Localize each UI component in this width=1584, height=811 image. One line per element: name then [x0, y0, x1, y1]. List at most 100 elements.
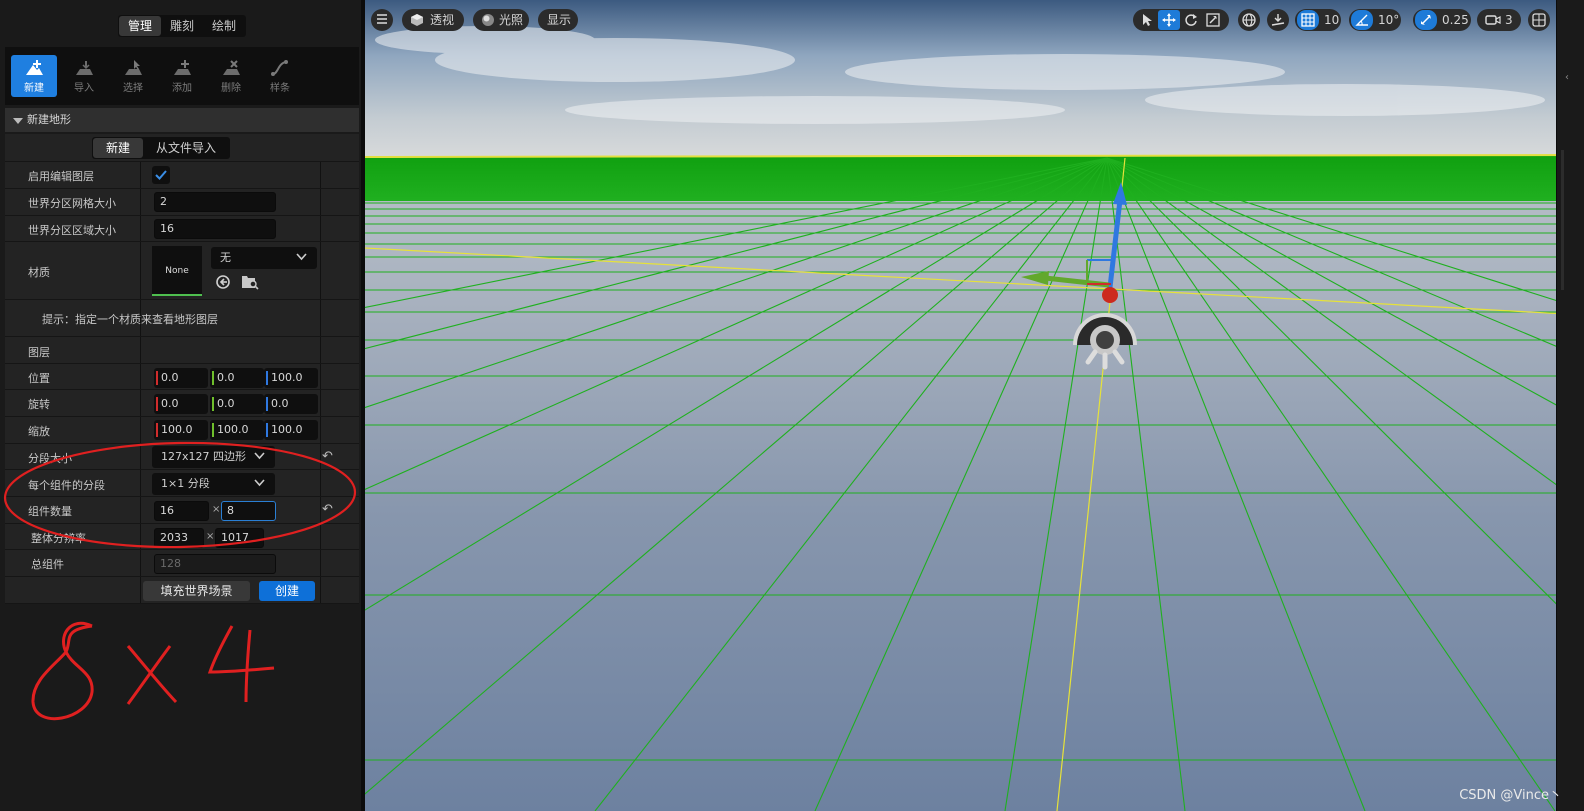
tool-label: 选择	[123, 83, 143, 94]
location-y-input[interactable]: 0.0	[210, 368, 264, 388]
sub-tabs: 新建 从文件导入	[92, 137, 231, 159]
red-annotation	[3, 441, 357, 721]
scale-x-value: 100.0	[161, 423, 193, 436]
select-mode-button[interactable]	[1136, 10, 1158, 30]
viewport-layout-button[interactable]	[1528, 9, 1550, 31]
annotation-ellipse	[3, 441, 357, 549]
far-grid-band	[365, 156, 1584, 201]
tab-new[interactable]: 新建	[93, 138, 144, 158]
mode-tabs: 管理 雕刻 绘制	[118, 15, 247, 37]
transform-mode-group	[1133, 9, 1229, 31]
rotation-y-input[interactable]: 0.0	[210, 394, 264, 414]
viewport-menu-button[interactable]	[371, 9, 393, 31]
scale-z-input[interactable]: 100.0	[264, 420, 318, 440]
rotate-mode-button[interactable]	[1180, 10, 1202, 30]
new-landscape-icon	[26, 60, 43, 75]
perspective-button[interactable]: 透视	[402, 9, 464, 31]
perspective-label: 透视	[430, 13, 455, 27]
material-dropdown[interactable]: 无	[211, 247, 317, 269]
delete-icon	[223, 60, 240, 75]
prop-label: 图层	[28, 346, 50, 359]
select-tool-button[interactable]: 选择	[110, 55, 156, 97]
tool-label: 新建	[24, 83, 44, 94]
delete-tool-button[interactable]: 删除	[208, 55, 254, 97]
camera-speed-button[interactable]: 3	[1477, 9, 1521, 31]
location-z-input[interactable]: 100.0	[264, 368, 318, 388]
rotation-snap-button[interactable]: 10°	[1349, 9, 1401, 31]
coordinate-system-button[interactable]	[1238, 9, 1260, 31]
scale-z-value: 100.0	[271, 423, 303, 436]
camera-icon	[1485, 15, 1501, 25]
location-x-input[interactable]: 0.0	[154, 368, 208, 388]
tab-sculpt[interactable]: 雕刻	[161, 16, 203, 36]
rotation-z-input[interactable]: 0.0	[264, 394, 318, 414]
translate-mode-button[interactable]	[1158, 10, 1180, 30]
rotation-z-value: 0.0	[271, 397, 289, 410]
tab-import-from-file[interactable]: 从文件导入	[143, 138, 229, 158]
import-tool-button[interactable]: 导入	[61, 55, 107, 97]
rotation-snap-toggle[interactable]	[1351, 10, 1373, 30]
scale-snap-button[interactable]: 0.25	[1413, 9, 1471, 31]
material-thumbnail[interactable]: None	[152, 246, 202, 296]
rotation-x-input[interactable]: 0.0	[154, 394, 208, 414]
prop-label: 启用编辑图层	[28, 170, 94, 183]
region-size-input[interactable]: 16	[154, 219, 276, 239]
handwritten-x	[126, 645, 178, 705]
tool-strip: 新建 导入 选择 添加 删除 样条	[5, 47, 359, 105]
y-axis-marker	[212, 397, 214, 411]
show-flags-button[interactable]: 显示	[538, 9, 578, 31]
surface-snapping-button[interactable]	[1267, 9, 1289, 31]
layout-grid-icon	[1532, 13, 1546, 27]
material-dropdown-value: 无	[220, 251, 231, 264]
browse-asset-icon[interactable]	[241, 273, 259, 290]
collapse-arrow-icon[interactable]: ‹	[1565, 72, 1569, 83]
enable-edit-layers-checkbox[interactable]	[152, 166, 170, 184]
level-viewport[interactable]: 透视 光照 显示 10 10° 0.25 3 ‹ CSDN @Vince丶	[365, 0, 1584, 811]
section-title: 新建地形	[27, 113, 71, 126]
grid-size-input[interactable]: 2	[154, 192, 276, 212]
grid-snap-value: 10	[1324, 13, 1340, 27]
handwritten-4	[207, 625, 275, 703]
spline-icon	[271, 60, 288, 76]
handwritten-8	[31, 621, 94, 721]
viewport-scene	[365, 0, 1584, 811]
rotation-snap-value: 10°	[1378, 13, 1400, 27]
hamburger-icon	[377, 14, 387, 24]
tab-manage[interactable]: 管理	[119, 16, 162, 36]
globe-icon	[1242, 13, 1256, 27]
scrollbar[interactable]	[1561, 150, 1564, 290]
location-x-value: 0.0	[161, 371, 179, 384]
y-axis-marker	[212, 371, 214, 385]
camera-speed-value: 3	[1505, 13, 1513, 27]
scale-mode-button[interactable]	[1202, 10, 1224, 30]
scale-y-value: 100.0	[217, 423, 249, 436]
lighting-mode-button[interactable]: 光照	[473, 9, 529, 31]
grid-snap-toggle[interactable]	[1297, 10, 1319, 30]
new-tool-button[interactable]: 新建	[11, 55, 57, 97]
ground	[365, 158, 1584, 811]
scale-x-input[interactable]: 100.0	[154, 420, 208, 440]
x-axis-marker	[156, 397, 158, 411]
surface-snap-icon	[1271, 14, 1285, 26]
new-landscape-section-header[interactable]: 新建地形	[5, 108, 359, 132]
scale-snap-toggle[interactable]	[1415, 10, 1437, 30]
right-edge-panel: ‹	[1556, 0, 1584, 811]
tool-label: 删除	[221, 83, 241, 94]
scale-y-input[interactable]: 100.0	[210, 420, 264, 440]
prop-row-layers: 图层	[5, 337, 359, 364]
tab-paint[interactable]: 绘制	[203, 16, 245, 36]
tool-label: 导入	[74, 83, 94, 94]
spline-tool-button[interactable]: 样条	[257, 55, 303, 97]
z-axis-marker	[266, 371, 268, 385]
rotation-x-value: 0.0	[161, 397, 179, 410]
checkmark-icon	[155, 170, 167, 180]
prop-label: 世界分区网格大小	[28, 197, 116, 210]
use-selected-asset-icon[interactable]	[215, 274, 231, 290]
watermark-text: CSDN @Vince丶	[1459, 788, 1562, 803]
import-icon	[76, 61, 93, 75]
material-hint-text: 提示：指定一个材质来查看地形图层	[42, 313, 218, 326]
add-tool-button[interactable]: 添加	[159, 55, 205, 97]
grid-snap-button[interactable]: 10	[1295, 9, 1341, 31]
tool-label: 添加	[172, 83, 192, 94]
location-z-value: 100.0	[271, 371, 303, 384]
